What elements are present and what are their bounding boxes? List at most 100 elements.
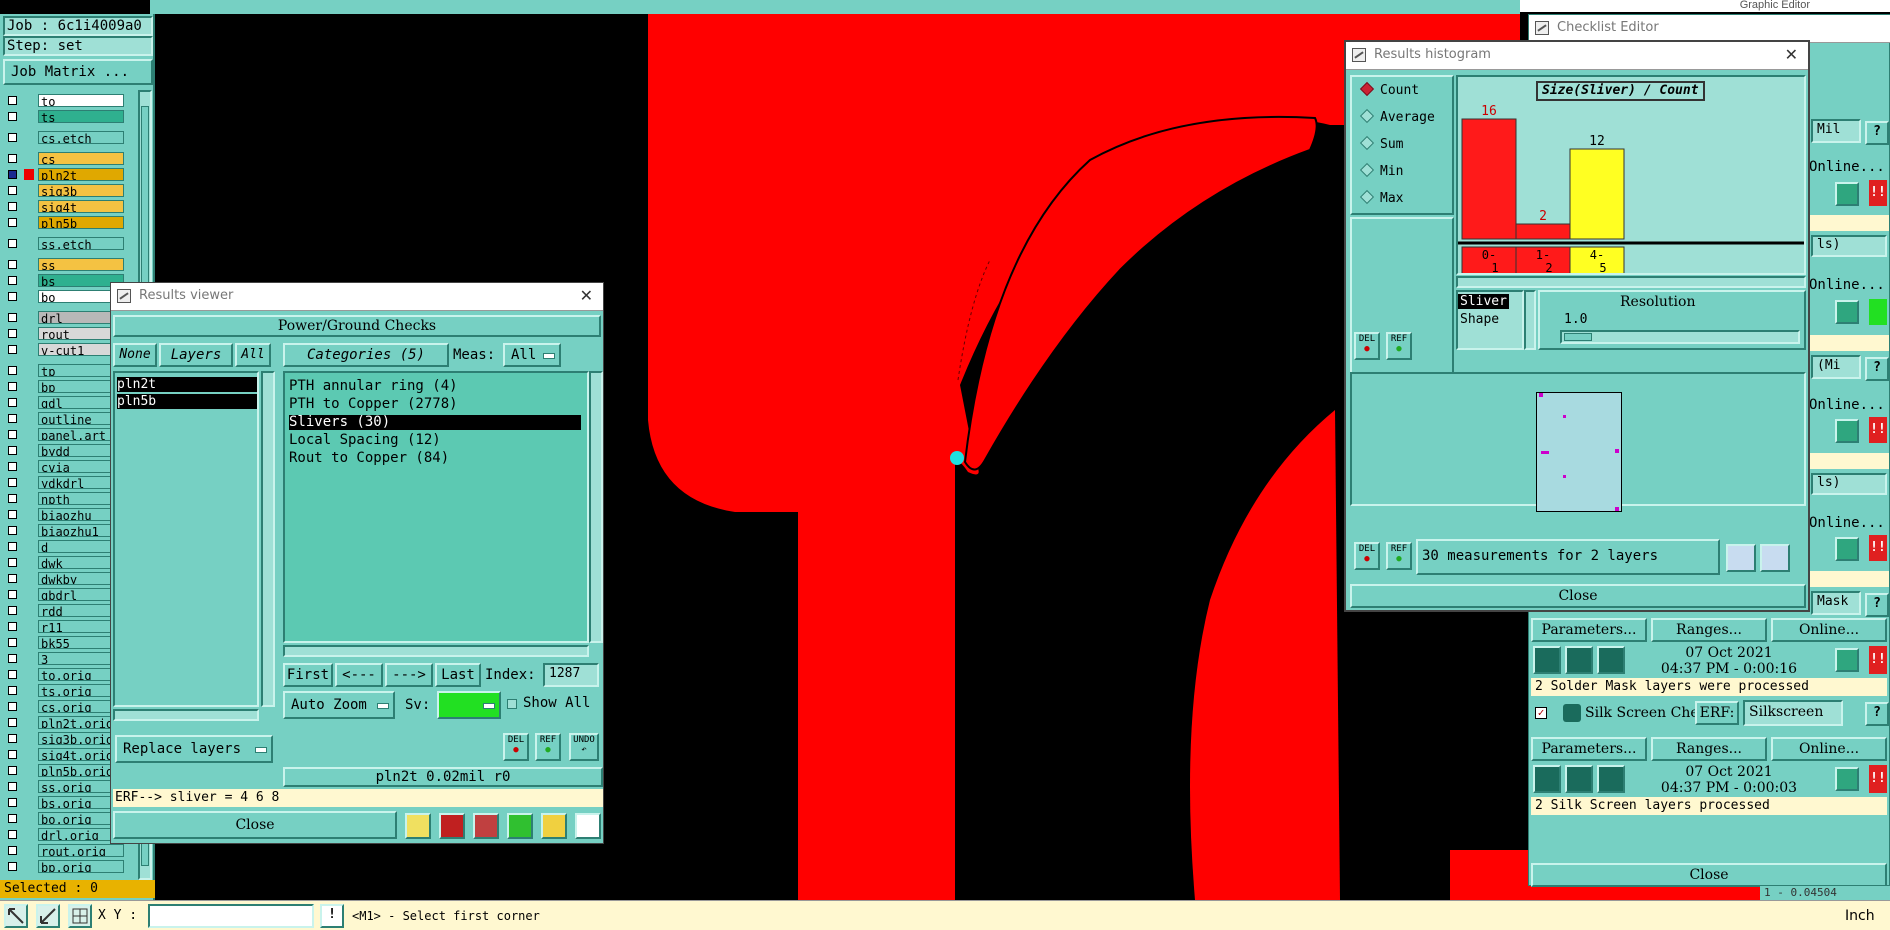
layer-row[interactable]: v-cut1 <box>6 343 124 357</box>
layer-item-pln2t[interactable]: pln2t <box>117 377 257 392</box>
none-button[interactable]: None <box>113 343 157 367</box>
layer-row[interactable]: cs <box>6 152 124 166</box>
layer-row[interactable]: bp.orig <box>6 860 124 874</box>
layer-checkbox[interactable] <box>8 202 17 211</box>
layer-checkbox[interactable] <box>8 526 17 535</box>
layer-checkbox[interactable] <box>8 638 17 647</box>
copy-chart-icon[interactable] <box>1760 544 1790 572</box>
layer-checkbox[interactable] <box>8 606 17 615</box>
layer-checkbox[interactable] <box>8 574 17 583</box>
ref-button-top[interactable]: REF ● <box>1386 332 1412 360</box>
layer-checkbox[interactable] <box>8 462 17 471</box>
alert-icon[interactable]: ! <box>320 904 344 928</box>
attr-sliver[interactable]: Sliver <box>1458 294 1509 309</box>
grid-snap-icon[interactable] <box>68 904 92 928</box>
layer-checkbox[interactable] <box>8 292 17 301</box>
categories-button[interactable]: Categories (5) <box>283 343 449 367</box>
undo-button[interactable]: UNDO ↶ <box>569 733 599 761</box>
layer-row[interactable]: to.orig <box>6 668 124 682</box>
ref-button[interactable]: REF ● <box>1386 542 1412 570</box>
online-label-1[interactable]: Online... <box>1809 159 1885 175</box>
help-icon[interactable]: ? <box>1865 357 1889 381</box>
layer-checkbox[interactable] <box>8 590 17 599</box>
attr-list[interactable]: Sliver Shape <box>1456 290 1524 350</box>
layer-row[interactable]: sig3b.orig <box>6 732 124 746</box>
layers-button[interactable]: Layers <box>159 343 233 367</box>
resolution-slider[interactable] <box>1560 330 1800 344</box>
layer-checkbox[interactable] <box>8 510 17 519</box>
layer-checkbox[interactable] <box>8 154 17 163</box>
layer-checkbox[interactable] <box>8 654 17 663</box>
layer-item-pln5b[interactable]: pln5b <box>117 394 257 409</box>
histogram-bar[interactable] <box>1461 118 1517 240</box>
layer-checkbox[interactable] <box>8 329 17 338</box>
mode-sum[interactable]: Sum <box>1359 135 1403 153</box>
categories-listbox[interactable]: PTH annular ring (4) PTH to Copper (2778)… <box>283 371 589 643</box>
layer-checkbox[interactable] <box>8 782 17 791</box>
layer-row[interactable]: panel.art <box>6 428 124 442</box>
layer-row[interactable]: bs.orig <box>6 796 124 810</box>
category-item[interactable]: PTH annular ring (4) <box>289 379 458 394</box>
run-icon[interactable] <box>1533 765 1561 793</box>
layer-checkbox[interactable] <box>8 345 17 354</box>
silk-checkbox[interactable]: ✓ <box>1535 707 1547 719</box>
layer-row[interactable]: pln5b <box>6 216 124 230</box>
zoom-icon[interactable] <box>1835 300 1859 324</box>
erf-value[interactable]: Silkscreen <box>1743 700 1843 726</box>
del-button[interactable]: DEL ● <box>503 733 529 761</box>
last-button[interactable]: Last <box>435 663 481 687</box>
layer-checkbox[interactable] <box>8 239 17 248</box>
first-button[interactable]: First <box>283 663 333 687</box>
layer-checkbox[interactable] <box>8 766 17 775</box>
layer-row[interactable]: npth <box>6 492 124 506</box>
attr-shape[interactable]: Shape <box>1458 312 1501 327</box>
layer-row[interactable]: sig4t.orig <box>6 748 124 762</box>
mode-count[interactable]: Count <box>1359 81 1419 99</box>
layer-row[interactable]: rdd <box>6 604 124 618</box>
job-matrix-button[interactable]: Job Matrix ... <box>3 59 153 85</box>
checklist-close-button[interactable]: Close <box>1531 863 1887 887</box>
layer-row[interactable]: rout.orig <box>6 844 124 858</box>
layer-row[interactable]: sig4t <box>6 200 124 214</box>
layer-checkbox[interactable] <box>8 133 17 142</box>
mode-min[interactable]: Min <box>1359 162 1403 180</box>
layer-row[interactable]: gdl <box>6 396 124 410</box>
categories-vscroll[interactable] <box>589 371 603 643</box>
numbering-icon[interactable] <box>507 813 533 839</box>
zoom-icon[interactable] <box>1835 767 1859 791</box>
online-button-1[interactable]: Online... <box>1771 618 1887 642</box>
slider-thumb[interactable] <box>1564 333 1592 341</box>
layer-row[interactable]: drl.orig <box>6 828 124 842</box>
layer-row[interactable]: d <box>6 540 124 554</box>
layer-checkbox[interactable] <box>8 96 17 105</box>
replace-layers-dropdown[interactable]: Replace layers <box>115 735 273 763</box>
layer-checkbox[interactable] <box>8 170 17 179</box>
layer-checkbox[interactable] <box>8 398 17 407</box>
layer-row[interactable]: tp <box>6 364 124 378</box>
layer-checkbox[interactable] <box>8 260 17 269</box>
layer-checkbox[interactable] <box>8 542 17 551</box>
next-button[interactable]: ---> <box>385 663 433 687</box>
layer-checkbox[interactable] <box>8 814 17 823</box>
layer-row[interactable]: drl <box>6 311 124 325</box>
layer-row[interactable]: bk55 <box>6 636 124 650</box>
layer-checkbox[interactable] <box>8 718 17 727</box>
report-icon[interactable] <box>541 813 567 839</box>
all-layers-button[interactable]: All <box>235 343 271 367</box>
layer-row[interactable]: pln2t <box>6 168 124 182</box>
layer-checkbox[interactable] <box>8 670 17 679</box>
zoom-icon[interactable] <box>1835 182 1859 206</box>
layer-row[interactable]: rout <box>6 327 124 341</box>
layer-checkbox[interactable] <box>8 798 17 807</box>
viewer-close-button[interactable]: Close <box>113 811 397 839</box>
layer-checkbox[interactable] <box>8 622 17 631</box>
layer-checkbox[interactable] <box>8 750 17 759</box>
layer-row[interactable]: biaozhu <box>6 508 124 522</box>
layer-checkbox[interactable] <box>8 366 17 375</box>
layer-row[interactable]: ss <box>6 258 124 272</box>
del-button-top[interactable]: DEL ● <box>1354 332 1380 360</box>
export-icon[interactable] <box>1726 544 1756 572</box>
units-label[interactable]: Inch <box>1845 908 1875 924</box>
help-icon[interactable]: ? <box>1865 593 1889 617</box>
layer-row[interactable]: cs.orig <box>6 700 124 714</box>
